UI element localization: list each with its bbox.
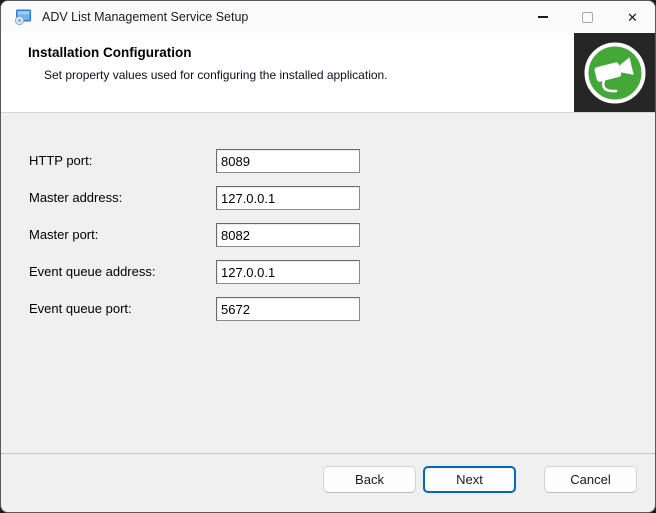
next-button[interactable]: Next bbox=[423, 466, 516, 493]
master-address-label: Master address: bbox=[29, 190, 122, 205]
field-row-event-queue-port: Event queue port: bbox=[1, 297, 655, 321]
back-button[interactable]: Back bbox=[323, 466, 416, 493]
window-controls: ✕ bbox=[520, 1, 655, 33]
master-port-label: Master port: bbox=[29, 227, 98, 242]
close-icon[interactable]: ✕ bbox=[610, 1, 655, 33]
page-title: Installation Configuration bbox=[1, 33, 655, 60]
event-queue-address-input[interactable] bbox=[216, 260, 360, 284]
page-subtitle: Set property values used for configuring… bbox=[1, 60, 655, 82]
titlebar[interactable]: ADV List Management Service Setup ✕ bbox=[1, 1, 655, 33]
master-port-input[interactable] bbox=[216, 223, 360, 247]
cctv-camera-badge-icon bbox=[583, 41, 647, 105]
logo-panel bbox=[574, 33, 655, 112]
form-area: HTTP port: Master address: Master port: … bbox=[1, 113, 655, 455]
field-row-master-address: Master address: bbox=[1, 186, 655, 210]
event-queue-port-label: Event queue port: bbox=[29, 301, 132, 316]
master-address-input[interactable] bbox=[216, 186, 360, 210]
event-queue-address-label: Event queue address: bbox=[29, 264, 155, 279]
event-queue-port-input[interactable] bbox=[216, 297, 360, 321]
minimize-icon[interactable] bbox=[520, 1, 565, 33]
maximize-icon bbox=[565, 1, 610, 33]
http-port-input[interactable] bbox=[216, 149, 360, 173]
http-port-label: HTTP port: bbox=[29, 153, 92, 168]
cancel-button[interactable]: Cancel bbox=[544, 466, 637, 493]
field-row-master-port: Master port: bbox=[1, 223, 655, 247]
installer-window: ADV List Management Service Setup ✕ Inst… bbox=[0, 0, 656, 513]
window-title: ADV List Management Service Setup bbox=[42, 10, 248, 24]
button-bar: Back Next Cancel bbox=[1, 453, 655, 512]
field-row-http-port: HTTP port: bbox=[1, 149, 655, 173]
field-row-event-queue-address: Event queue address: bbox=[1, 260, 655, 284]
msi-installer-icon bbox=[14, 9, 32, 25]
dialog-header: Installation Configuration Set property … bbox=[1, 33, 655, 113]
